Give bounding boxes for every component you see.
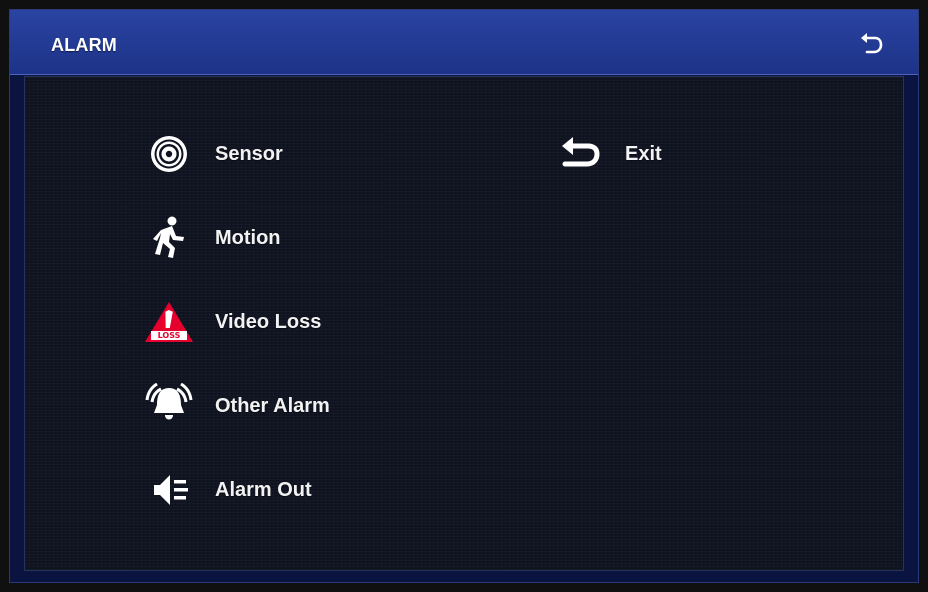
menu-label-sensor: Sensor <box>215 142 283 165</box>
menu-label-exit: Exit <box>625 142 662 165</box>
back-button[interactable] <box>855 28 887 60</box>
menu-label-alarm-out: Alarm Out <box>215 478 312 501</box>
menu-item-exit[interactable]: Exit <box>551 129 662 179</box>
video-loss-badge-text: LOSS <box>158 331 181 340</box>
menu-item-sensor[interactable]: Sensor <box>141 129 283 179</box>
menu-label-video-loss: Video Loss <box>215 310 322 333</box>
menu-label-other-alarm: Other Alarm <box>215 394 330 417</box>
alarm-window: ALARM Sensor Motion LOSS Video Loss Othe… <box>9 9 919 583</box>
alarm-menu-panel: Sensor Motion LOSS Video Loss Other Alar… <box>24 76 904 571</box>
menu-label-motion: Motion <box>215 226 281 249</box>
sensor-icon <box>141 129 197 179</box>
other-alarm-icon <box>141 381 197 431</box>
menu-item-other-alarm[interactable]: Other Alarm <box>141 381 330 431</box>
title-bar: ALARM <box>10 10 918 75</box>
menu-item-alarm-out[interactable]: Alarm Out <box>141 465 312 515</box>
motion-icon <box>141 213 197 263</box>
window-title: ALARM <box>51 35 117 55</box>
menu-item-video-loss[interactable]: LOSS Video Loss <box>141 297 321 347</box>
alarm-out-icon <box>141 465 197 515</box>
menu-item-motion[interactable]: Motion <box>141 213 281 263</box>
video-loss-icon: LOSS <box>141 297 197 347</box>
back-arrow-icon <box>859 33 883 55</box>
exit-icon <box>551 129 607 179</box>
